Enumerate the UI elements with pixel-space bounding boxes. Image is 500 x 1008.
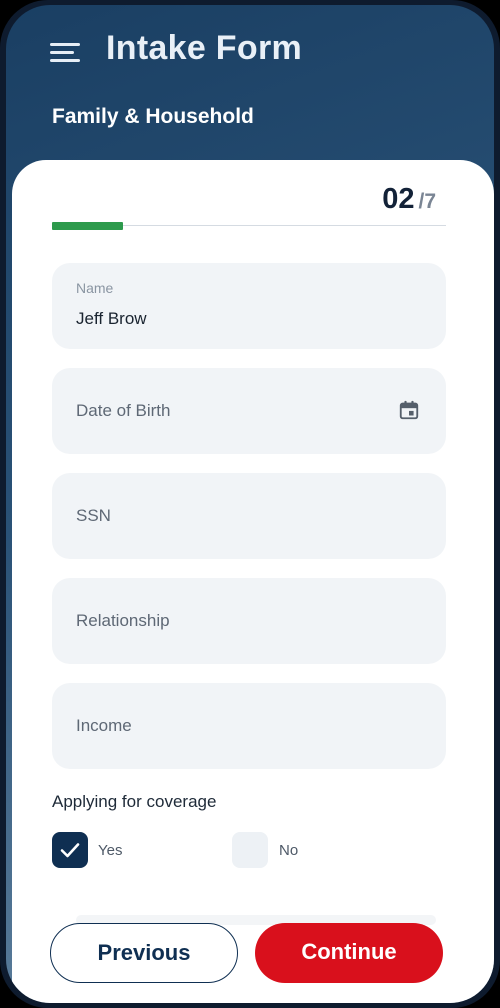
income-field[interactable]: Income — [52, 683, 446, 769]
name-field[interactable]: Name Jeff Brow — [52, 263, 446, 349]
name-value: Jeff Brow — [76, 309, 147, 328]
progress-track — [52, 222, 446, 230]
coverage-label: Applying for coverage — [52, 792, 217, 811]
relationship-field[interactable]: Relationship — [52, 578, 446, 664]
step-current: 02 — [382, 183, 415, 215]
income-placeholder: Income — [76, 716, 132, 735]
ssn-field[interactable]: SSN — [52, 473, 446, 559]
date-of-birth-field[interactable]: Date of Birth — [52, 368, 446, 454]
step-indicator: 02/7 — [382, 183, 436, 216]
step-total: /7 — [418, 190, 436, 213]
checkmark-icon — [60, 843, 80, 858]
section-title: Family & Household — [52, 105, 254, 128]
progress-fill — [52, 222, 123, 230]
coverage-no-label: No — [279, 842, 299, 859]
header: Intake Form Family & Household — [6, 5, 494, 175]
relationship-placeholder: Relationship — [76, 611, 170, 630]
app-screen: Intake Form Family & Household 02/7 Name… — [6, 5, 494, 1003]
coverage-yes-label: Yes — [98, 842, 123, 859]
name-label: Name — [76, 280, 114, 296]
previous-button[interactable]: Previous — [50, 923, 238, 983]
device-frame: Intake Form Family & Household 02/7 Name… — [0, 0, 500, 1008]
coverage-no-checkbox[interactable] — [232, 832, 268, 868]
ssn-placeholder: SSN — [76, 506, 111, 525]
date-of-birth-placeholder: Date of Birth — [76, 401, 171, 420]
menu-icon[interactable] — [50, 39, 82, 67]
calendar-icon[interactable] — [398, 399, 420, 421]
coverage-yes-checkbox[interactable] — [52, 832, 88, 868]
continue-button[interactable]: Continue — [255, 923, 443, 983]
page-title: Intake Form — [106, 29, 303, 67]
